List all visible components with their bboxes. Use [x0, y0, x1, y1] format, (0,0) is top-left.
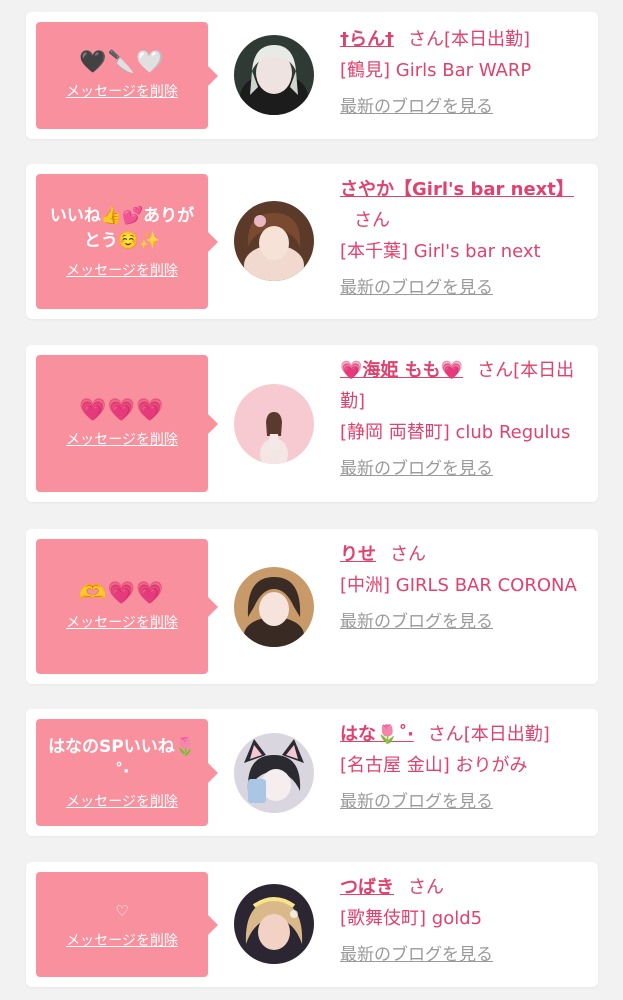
avatar-photo	[234, 884, 314, 964]
latest-blog-link[interactable]: 最新のブログを見る	[340, 454, 592, 485]
message-bubble: 💗💗💗 メッセージを削除	[36, 355, 218, 492]
message-text: 💗💗💗	[79, 398, 165, 423]
message-card: いいね👍💕ありがとう☺️✨ メッセージを削除 さやか【Girl's bar ne…	[26, 164, 598, 319]
message-text: はなのSPいいね🌷˚‧	[48, 736, 196, 782]
message-bubble: 🫶💗💗 メッセージを削除	[36, 539, 218, 674]
avatar[interactable]	[234, 567, 314, 647]
delete-message-link[interactable]: メッセージを削除	[66, 791, 178, 811]
message-text: ♡	[115, 902, 129, 920]
latest-blog-link[interactable]: 最新のブログを見る	[340, 92, 592, 123]
honorific: さん	[390, 544, 426, 565]
message-card: ♡ メッセージを削除 つばき さん [歌舞伎町] gold5 最新のブログを見る	[26, 862, 598, 987]
shop-info: [静岡 両替町] club Regulus	[340, 422, 571, 443]
cast-name-link[interactable]: はな🌷˚‧	[340, 724, 414, 745]
delete-message-link[interactable]: メッセージを削除	[66, 930, 178, 950]
work-status: [本日出勤]	[444, 29, 531, 50]
delete-message-link[interactable]: メッセージを削除	[66, 81, 178, 101]
message-card: 💗💗💗 メッセージを削除 💗海姫 もも💗 さん[本日出勤] [静岡 両替町] cl…	[26, 345, 598, 502]
honorific: さん	[477, 360, 514, 381]
cast-name-link[interactable]: 💗海姫 もも💗	[340, 360, 463, 381]
cast-info: はな🌷˚‧ さん[本日出勤] [名古屋 金山] おりがみ 最新のブログを見る	[340, 719, 592, 818]
message-card: 🫶💗💗 メッセージを削除 りせ さん [中洲] GIRLS BAR CORONA …	[26, 529, 598, 684]
delete-message-link[interactable]: メッセージを削除	[66, 429, 178, 449]
delete-message-link[interactable]: メッセージを削除	[66, 612, 178, 632]
honorific: さん	[408, 29, 444, 50]
cast-info: さやか【Girl's bar next】さん [本千葉] Girl's bar …	[340, 174, 592, 304]
avatar-photo	[234, 733, 314, 813]
cast-info: 💗海姫 もも💗 さん[本日出勤] [静岡 両替町] club Regulus 最新…	[340, 355, 592, 485]
cast-name-link[interactable]: さやか【Girl's bar next】	[340, 179, 574, 200]
latest-blog-link[interactable]: 最新のブログを見る	[340, 273, 592, 304]
message-bubble: ♡ メッセージを削除	[36, 872, 218, 977]
message-card: はなのSPいいね🌷˚‧ メッセージを削除 はな🌷˚‧ さん[本日出勤] [名古屋 …	[26, 709, 598, 836]
cast-name-link[interactable]: つばき	[340, 877, 394, 898]
cast-info: りせ さん [中洲] GIRLS BAR CORONA 最新のブログを見る	[340, 539, 592, 638]
avatar-photo	[234, 35, 314, 115]
message-text: 🖤🔪🤍	[79, 50, 165, 75]
message-text: いいね👍💕ありがとう☺️✨	[49, 205, 195, 251]
latest-blog-link[interactable]: 最新のブログを見る	[340, 940, 592, 971]
cast-name-link[interactable]: †らん†	[340, 29, 394, 50]
latest-blog-link[interactable]: 最新のブログを見る	[340, 607, 592, 638]
cast-info: つばき さん [歌舞伎町] gold5 最新のブログを見る	[340, 872, 592, 971]
shop-info: [歌舞伎町] gold5	[340, 908, 483, 929]
message-bubble: 🖤🔪🤍 メッセージを削除	[36, 22, 218, 129]
honorific: さん	[408, 877, 444, 898]
work-status: [本日出勤]	[463, 724, 550, 745]
avatar-photo	[234, 567, 314, 647]
avatar[interactable]	[234, 35, 314, 115]
message-bubble: はなのSPいいね🌷˚‧ メッセージを削除	[36, 719, 218, 826]
honorific: さん	[427, 724, 464, 745]
avatar[interactable]	[234, 384, 314, 464]
honorific: さん	[354, 210, 390, 231]
delete-message-link[interactable]: メッセージを削除	[66, 260, 178, 280]
message-bubble: いいね👍💕ありがとう☺️✨ メッセージを削除	[36, 174, 218, 309]
latest-blog-link[interactable]: 最新のブログを見る	[340, 787, 592, 818]
message-text: 🫶💗💗	[79, 581, 165, 606]
shop-info: [名古屋 金山] おりがみ	[340, 755, 528, 776]
avatar[interactable]	[234, 884, 314, 964]
shop-info: [本千葉] Girl's bar next	[340, 241, 541, 262]
cast-info: †らん† さん[本日出勤] [鶴見] Girls Bar WARP 最新のブログを…	[340, 24, 592, 123]
shop-info: [中洲] GIRLS BAR CORONA	[340, 575, 577, 596]
avatar-photo	[234, 201, 314, 281]
avatar-photo	[234, 384, 314, 464]
message-card: 🖤🔪🤍 メッセージを削除 †らん† さん[本日出勤] [鶴見] Girls Bar…	[26, 12, 598, 139]
avatar[interactable]	[234, 201, 314, 281]
avatar[interactable]	[234, 733, 314, 813]
shop-info: [鶴見] Girls Bar WARP	[340, 60, 532, 81]
cast-name-link[interactable]: りせ	[340, 544, 376, 565]
like-message-list: 🖤🔪🤍 メッセージを削除 †らん† さん[本日出勤] [鶴見] Girls Bar…	[0, 0, 623, 1000]
